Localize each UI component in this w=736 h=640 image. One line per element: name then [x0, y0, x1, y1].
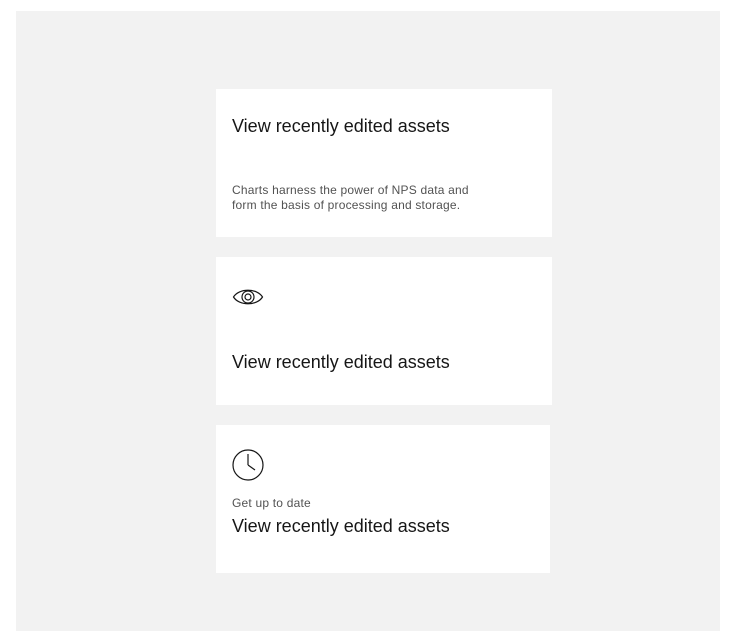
tiles-canvas: View recently edited assets Charts harne… — [16, 11, 720, 631]
tile-eyebrow: Get up to date — [232, 496, 311, 510]
tile-recent-assets-clock[interactable]: Get up to date View recently edited asse… — [216, 425, 550, 573]
tile-title: View recently edited assets — [232, 352, 450, 372]
tile-recent-assets-eye[interactable]: View recently edited assets — [216, 257, 552, 405]
tile-title: View recently edited assets — [232, 516, 450, 536]
eye-icon — [232, 289, 264, 305]
clock-icon — [232, 449, 264, 481]
tile-title: View recently edited assets — [232, 116, 450, 136]
tile-recent-assets-description[interactable]: View recently edited assets Charts harne… — [216, 89, 552, 237]
tile-description: Charts harness the power of NPS data and… — [232, 183, 469, 212]
